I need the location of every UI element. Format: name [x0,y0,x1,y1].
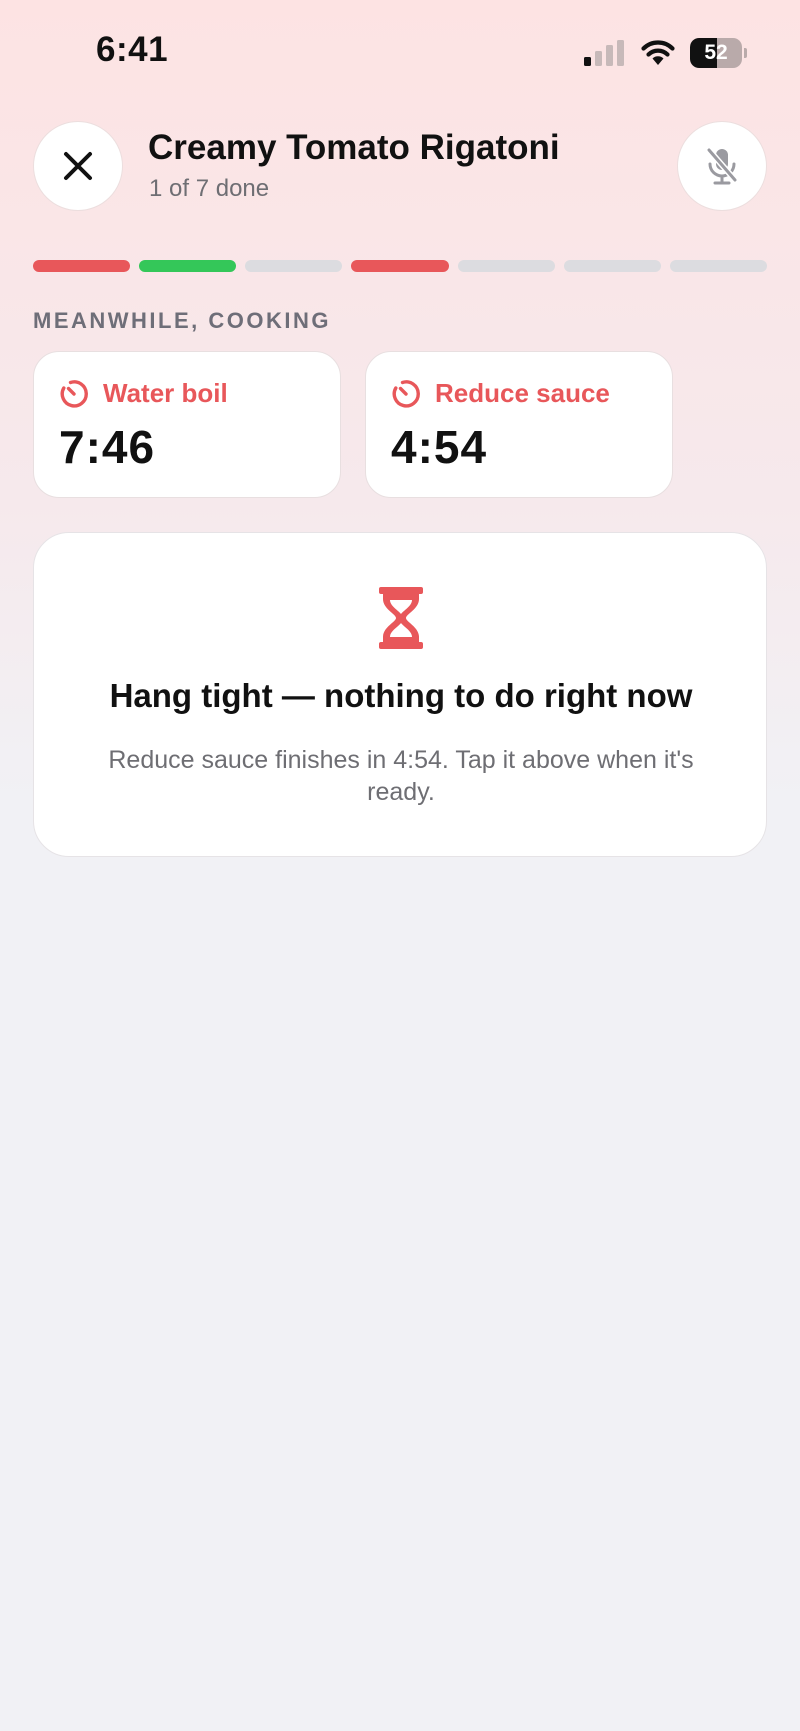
timer-card-reduce-sauce[interactable]: Reduce sauce 4:54 [365,351,673,498]
progress-step-3-pending [245,260,343,272]
status-time: 6:41 [96,30,169,69]
status-bar: 6:41 52 [0,0,800,100]
battery-level: 52 [704,41,728,64]
timer-card-water-boil[interactable]: Water boil 7:46 [33,351,341,498]
timer-icon [60,380,88,408]
timer-value: 7:46 [59,421,156,473]
progress-step-4-active [351,260,449,272]
step-progress-bar [33,260,767,272]
signal-icon [584,40,624,66]
recipe-title: Creamy Tomato Rigatoni [148,128,560,167]
hourglass-icon [379,587,423,649]
progress-step-7-pending [669,260,767,272]
timer-label: Reduce sauce [435,378,610,408]
timer-icon [392,380,420,408]
battery-cap [744,48,747,58]
mic-off-icon [706,147,738,185]
progress-step-5-pending [457,260,555,272]
battery-icon: 52 [690,38,747,68]
close-button[interactable] [33,121,123,211]
timer-label: Water boil [103,378,228,408]
progress-step-1-active [33,260,131,272]
wifi-icon [641,40,675,65]
timer-value: 4:54 [391,421,488,473]
progress-step-2-done [139,260,237,272]
battery-body: 52 [690,38,742,68]
waiting-card: Hang tight — nothing to do right now Red… [33,532,767,857]
mute-mic-button[interactable] [677,121,767,211]
close-icon [64,152,92,180]
waiting-title: Hang tight — nothing to do right now [109,677,693,714]
waiting-message: Reduce sauce finishes in 4:54. Tap it ab… [108,746,694,806]
section-label-meanwhile: MEANWHILE, COOKING [33,308,331,333]
progress-step-6-pending [563,260,661,272]
recipe-progress-text: 1 of 7 done [149,175,270,202]
